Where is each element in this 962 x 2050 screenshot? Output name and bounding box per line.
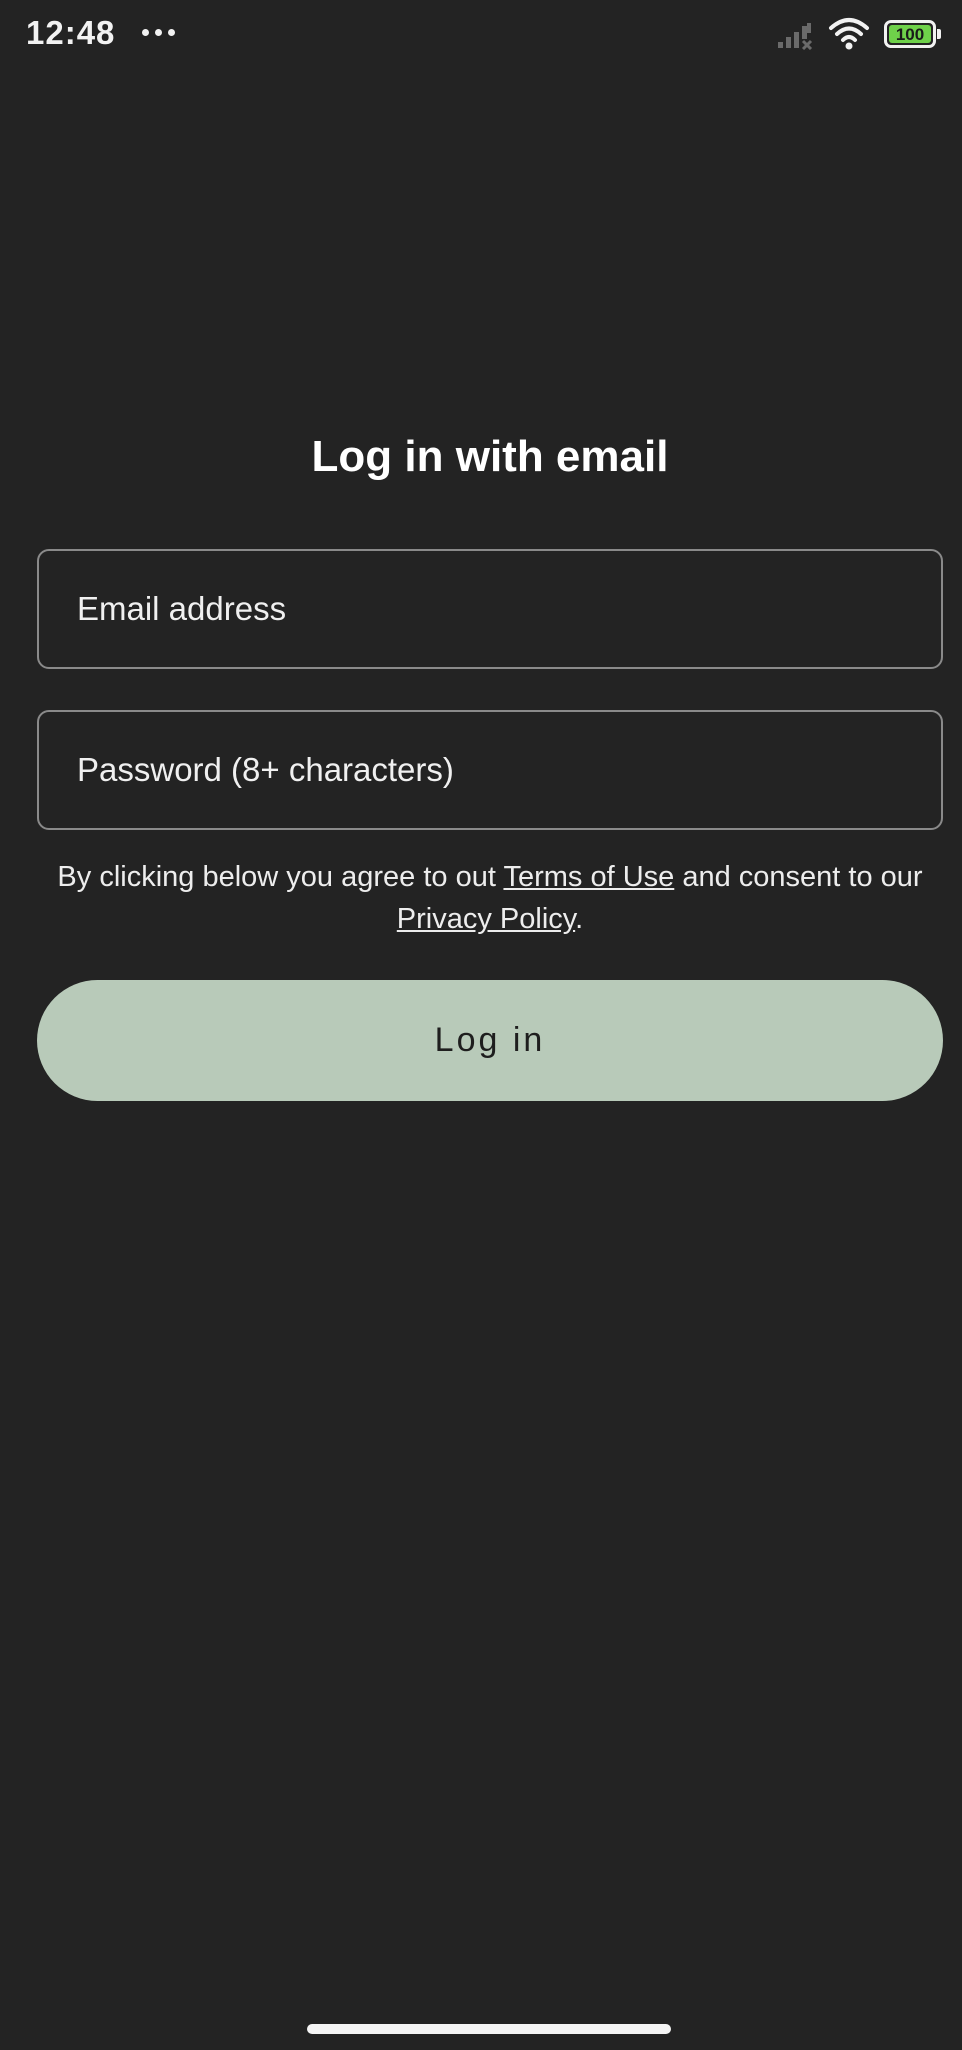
more-dots-icon	[142, 29, 176, 37]
wifi-icon	[829, 18, 869, 50]
status-bar: 12:48 100	[0, 0, 962, 70]
email-field[interactable]	[37, 549, 943, 669]
signal-icon	[778, 23, 813, 50]
home-indicator	[307, 2024, 671, 2034]
consent-middle: and consent to our	[682, 861, 923, 893]
privacy-policy-link[interactable]: Privacy Policy	[397, 903, 575, 935]
consent-prefix: By clicking below you agree to out	[57, 861, 496, 893]
consent-suffix: .	[575, 903, 584, 935]
battery-icon: 100	[884, 20, 942, 50]
password-field[interactable]	[37, 710, 943, 830]
terms-of-use-link[interactable]: Terms of Use	[503, 861, 674, 893]
status-time: 12:48	[26, 14, 116, 51]
battery-level: 100	[889, 25, 931, 43]
consent-text: By clicking below you agree to out Terms…	[37, 856, 943, 940]
page-title: Log in with email	[311, 432, 669, 481]
login-button[interactable]: Log in	[37, 980, 943, 1101]
